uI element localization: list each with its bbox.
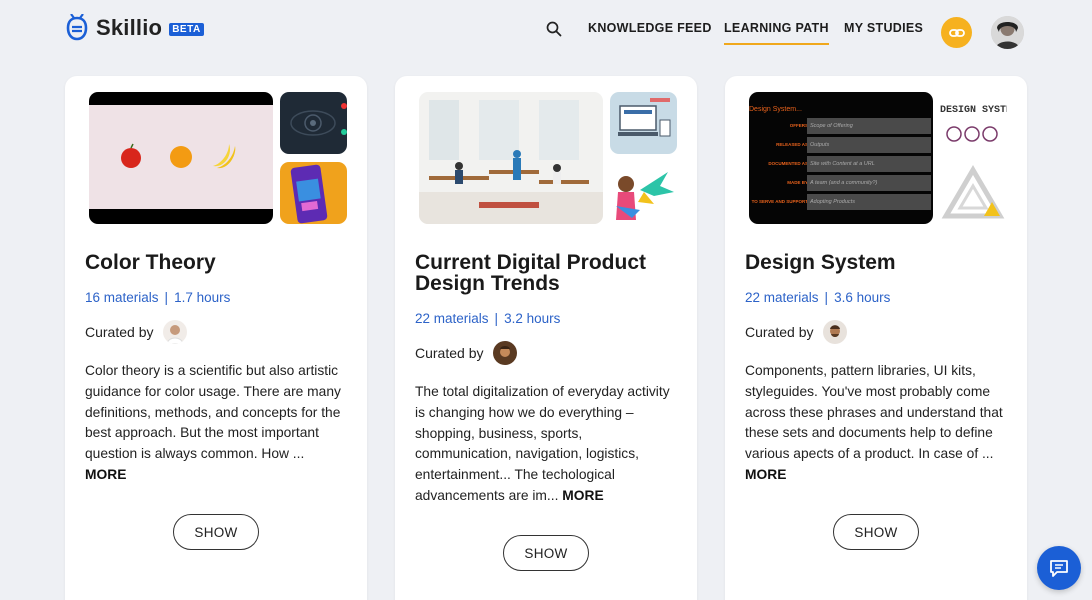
card-description: The total digitalization of everyday act… <box>415 382 677 507</box>
show-button[interactable]: SHOW <box>173 514 259 550</box>
card-title: Design System <box>745 251 896 274</box>
curator-avatar[interactable] <box>163 320 188 344</box>
thumbnail-row: TO SERVE AND SUPPORT Adopting Products <box>749 194 933 211</box>
meta-separator: | <box>164 290 169 305</box>
thumbnail-row: OFFERS Scope of Offering <box>749 118 933 135</box>
curated-by: Curated by <box>85 320 188 344</box>
materials-count: 22 materials <box>745 290 819 305</box>
show-button[interactable]: SHOW <box>503 535 589 571</box>
thumbnail-fruits <box>89 92 273 224</box>
description-text: The total digitalization of everyday act… <box>415 384 670 503</box>
thumbnail-title: Design System... <box>749 106 802 113</box>
materials-count: 22 materials <box>415 311 489 326</box>
card-meta: 22 materials | 3.2 hours <box>415 311 560 326</box>
thumbnail-row: RELEASED AS Outputs <box>749 137 933 154</box>
thumbnail-devices <box>610 92 677 154</box>
thumbnail-eye <box>280 92 347 154</box>
curated-label: Curated by <box>745 324 814 340</box>
user-avatar[interactable] <box>991 16 1024 49</box>
thumbnail-triangle <box>940 162 1007 224</box>
user-avatar-image <box>991 16 1024 49</box>
nav-my-studies[interactable]: MY STUDIES <box>844 21 923 35</box>
chat-icon <box>1050 560 1068 577</box>
skillio-logo-icon <box>66 14 88 41</box>
more-link[interactable]: MORE <box>745 467 786 482</box>
meta-separator: | <box>824 290 829 305</box>
card-title: Color Theory <box>85 251 216 274</box>
curated-label: Curated by <box>415 345 484 361</box>
show-button[interactable]: SHOW <box>833 514 919 550</box>
thumbnail-side-text: DESIGN SYSTE <box>940 105 1007 116</box>
search-icon[interactable] <box>545 20 563 38</box>
thumbnail-row: MADE BY A team (and a community?) <box>749 175 933 192</box>
learning-path-card[interactable]: Color Theory 16 materials | 1.7 hours Cu… <box>65 76 367 600</box>
curated-by: Curated by <box>415 341 518 365</box>
share-link-button[interactable] <box>941 17 972 48</box>
more-link[interactable]: MORE <box>562 488 603 503</box>
link-icon <box>948 28 965 37</box>
card-thumbnails: Design System... OFFERS Scope of Offering… <box>749 92 1007 224</box>
thumbnail-office <box>419 92 603 224</box>
materials-count: 16 materials <box>85 290 159 305</box>
thumbnail-row: DOCUMENTED AS Site with Content at a URL <box>749 156 933 173</box>
thumbnail-design-system-table: Design System... OFFERS Scope of Offering… <box>749 92 933 224</box>
duration: 1.7 hours <box>174 290 231 305</box>
duration: 3.6 hours <box>834 290 891 305</box>
learning-path-card[interactable]: Design System... OFFERS Scope of Offering… <box>725 76 1027 600</box>
curator-avatar[interactable] <box>823 320 848 344</box>
card-description: Components, pattern libraries, UI kits, … <box>745 361 1007 486</box>
thumbnail-hummingbird <box>610 162 677 224</box>
card-meta: 22 materials | 3.6 hours <box>745 290 890 305</box>
description-text: Components, pattern libraries, UI kits, … <box>745 363 1003 462</box>
nav-learning-path[interactable]: LEARNING PATH <box>724 21 829 45</box>
card-meta: 16 materials | 1.7 hours <box>85 290 230 305</box>
curated-label: Curated by <box>85 324 154 340</box>
meta-separator: | <box>494 311 499 326</box>
thumbnail-design-system-icons: DESIGN SYSTE <box>940 92 1007 154</box>
curated-by: Curated by <box>745 320 848 344</box>
brand-name: Skillio <box>96 15 163 40</box>
card-description: Color theory is a scientific but also ar… <box>85 361 347 486</box>
brand-logo[interactable]: Skillio BETA <box>64 14 204 42</box>
chat-button[interactable] <box>1037 546 1081 590</box>
curator-avatar[interactable] <box>493 341 518 365</box>
card-thumbnails <box>89 92 347 224</box>
thumbnail-phone <box>280 162 347 224</box>
beta-badge: BETA <box>169 22 204 36</box>
duration: 3.2 hours <box>504 311 561 326</box>
nav-knowledge-feed[interactable]: KNOWLEDGE FEED <box>588 21 712 35</box>
card-thumbnails <box>419 92 677 224</box>
description-text: Color theory is a scientific but also ar… <box>85 363 341 462</box>
more-link[interactable]: MORE <box>85 467 126 482</box>
card-title: Current Digital Product Design Trends <box>415 251 647 295</box>
learning-path-card[interactable]: Current Digital Product Design Trends 22… <box>395 76 697 600</box>
